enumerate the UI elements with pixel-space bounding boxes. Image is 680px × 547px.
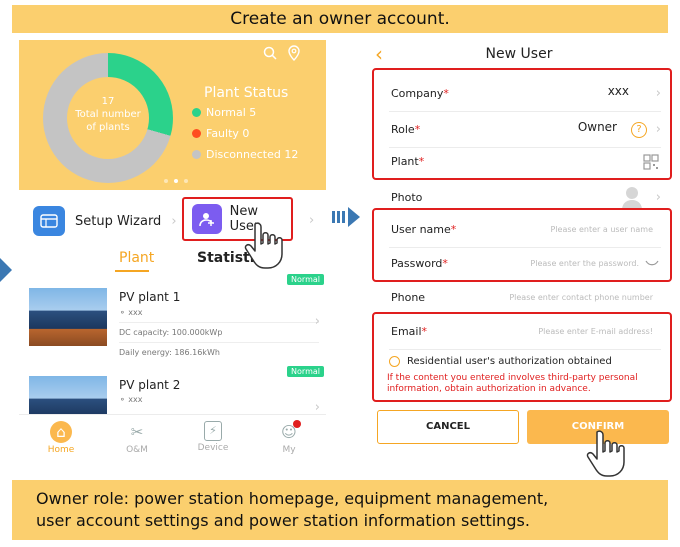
password-placeholder: Please enter the password. bbox=[530, 259, 639, 268]
status-faulty: Faulty 0 bbox=[192, 127, 249, 140]
setup-wizard-label: Setup Wizard bbox=[75, 213, 162, 229]
plant-name: PV plant 2 bbox=[119, 378, 181, 392]
flow-arrow-right bbox=[332, 207, 360, 227]
setup-wizard-button[interactable]: Setup Wizard › bbox=[33, 206, 177, 236]
plant-status-title: Plant Status bbox=[204, 85, 289, 101]
password-label: Password bbox=[391, 257, 443, 270]
status-normal: Normal 5 bbox=[192, 106, 256, 119]
pager-dot bbox=[164, 179, 168, 183]
setup-wizard-icon bbox=[33, 206, 65, 236]
plant-daily-energy: Daily energy: 186.16kWh bbox=[119, 348, 220, 357]
total-plants-count: 17 bbox=[101, 96, 115, 107]
cancel-button[interactable]: CANCEL bbox=[377, 410, 519, 444]
help-icon[interactable]: ? bbox=[631, 122, 647, 138]
plant-name: PV plant 1 bbox=[119, 290, 181, 304]
phone-field[interactable]: Phone Please enter contact phone number bbox=[379, 280, 661, 316]
plant-capacity: DC capacity: 100.000kWp bbox=[119, 328, 223, 337]
home-icon: ⌂ bbox=[50, 421, 72, 443]
role-value: Owner bbox=[577, 120, 617, 134]
privacy-warning: If the content you entered involves thir… bbox=[387, 373, 638, 394]
new-user-screen: New User ‹ Company* xxx › Role* Owner ? … bbox=[369, 40, 676, 477]
nav-om[interactable]: ✂ O&M bbox=[107, 421, 167, 455]
authorization-label: Residential user's authorization obtaine… bbox=[407, 356, 612, 367]
chevron-right-icon: › bbox=[655, 86, 661, 101]
pager-dot-active bbox=[174, 179, 178, 183]
email-label: Email bbox=[391, 325, 422, 338]
chevron-right-icon: › bbox=[171, 213, 177, 229]
plant-photo bbox=[29, 376, 107, 414]
status-badge: Normal bbox=[287, 274, 324, 285]
om-tools-icon: ✂ bbox=[130, 423, 144, 441]
email-field[interactable]: Email* Please enter E-mail address! bbox=[379, 314, 661, 350]
nav-device[interactable]: ⚡ Device bbox=[183, 421, 243, 453]
bottom-banner: Owner role: power station homepage, equi… bbox=[12, 480, 668, 540]
divider bbox=[119, 342, 319, 343]
plant-label: Plant bbox=[391, 155, 419, 168]
qr-scan-icon[interactable] bbox=[643, 154, 659, 173]
radio-circle-icon bbox=[389, 356, 400, 367]
plant-owner: ⚬ xxx bbox=[119, 395, 143, 404]
status-badge: Normal bbox=[287, 366, 324, 377]
my-profile-icon: ☺ bbox=[278, 420, 301, 443]
eye-icon[interactable] bbox=[645, 258, 659, 271]
company-row[interactable]: Company* xxx › bbox=[379, 76, 661, 112]
app-home-screen: 17 Total number of plants Plant Status N… bbox=[19, 40, 326, 466]
chevron-right-icon: › bbox=[655, 122, 661, 137]
role-row[interactable]: Role* Owner ? › bbox=[379, 112, 661, 148]
nav-home[interactable]: ⌂ Home bbox=[31, 421, 91, 455]
plant-photo bbox=[29, 288, 107, 346]
status-disconnected: Disconnected 12 bbox=[192, 148, 298, 161]
page-title: New User bbox=[485, 46, 553, 62]
phone-placeholder: Please enter contact phone number bbox=[509, 293, 653, 302]
device-icon: ⚡ bbox=[204, 421, 222, 441]
plant-row[interactable]: Plant* bbox=[379, 144, 661, 180]
authorization-checkbox[interactable]: Residential user's authorization obtaine… bbox=[389, 356, 612, 367]
total-plants-caption-1: Total number bbox=[75, 109, 141, 120]
top-banner: Create an owner account. bbox=[12, 5, 668, 33]
divider bbox=[119, 322, 319, 323]
plant-owner: ⚬ xxx bbox=[119, 308, 143, 317]
plant-card[interactable]: Normal PV plant 1 ⚬ xxx DC capacity: 100… bbox=[19, 264, 326, 374]
pointing-hand-icon bbox=[586, 430, 625, 477]
nav-my[interactable]: ☺ My bbox=[259, 420, 319, 455]
chevron-right-icon: › bbox=[314, 314, 320, 329]
pointing-hand-icon bbox=[244, 222, 283, 269]
new-user-icon bbox=[192, 204, 222, 234]
bottom-banner-line-2: user account settings and power station … bbox=[36, 511, 530, 530]
company-label: Company bbox=[391, 87, 444, 100]
plant-card[interactable]: Normal PV plant 2 ⚬ xxx › bbox=[19, 362, 326, 414]
flow-arrow-left bbox=[0, 258, 12, 282]
username-label: User name bbox=[391, 223, 451, 236]
total-plants-caption-2: of plants bbox=[86, 122, 130, 133]
back-chevron-icon[interactable]: ‹ bbox=[375, 40, 383, 68]
chevron-right-icon: › bbox=[314, 400, 320, 414]
role-label: Role bbox=[391, 123, 415, 136]
username-field[interactable]: User name* Please enter a user name bbox=[379, 212, 661, 248]
email-placeholder: Please enter E-mail address! bbox=[538, 327, 653, 336]
username-placeholder: Please enter a user name bbox=[550, 225, 653, 234]
pager-dot bbox=[184, 179, 188, 183]
chevron-right-icon: › bbox=[309, 213, 315, 228]
bottom-banner-line-1: Owner role: power station homepage, equi… bbox=[36, 489, 549, 508]
bottom-navigation: ⌂ Home ✂ O&M ⚡ Device ☺ My bbox=[19, 414, 326, 466]
password-field[interactable]: Password* Please enter the password. bbox=[379, 246, 661, 282]
search-icon[interactable] bbox=[263, 46, 277, 64]
company-value: xxx bbox=[607, 84, 629, 98]
location-icon[interactable] bbox=[287, 45, 301, 65]
donut-total: 17 Total number of plants bbox=[43, 95, 173, 134]
plant-status-header: 17 Total number of plants Plant Status N… bbox=[19, 40, 326, 190]
phone-label: Phone bbox=[391, 291, 426, 304]
notification-dot bbox=[293, 420, 301, 428]
